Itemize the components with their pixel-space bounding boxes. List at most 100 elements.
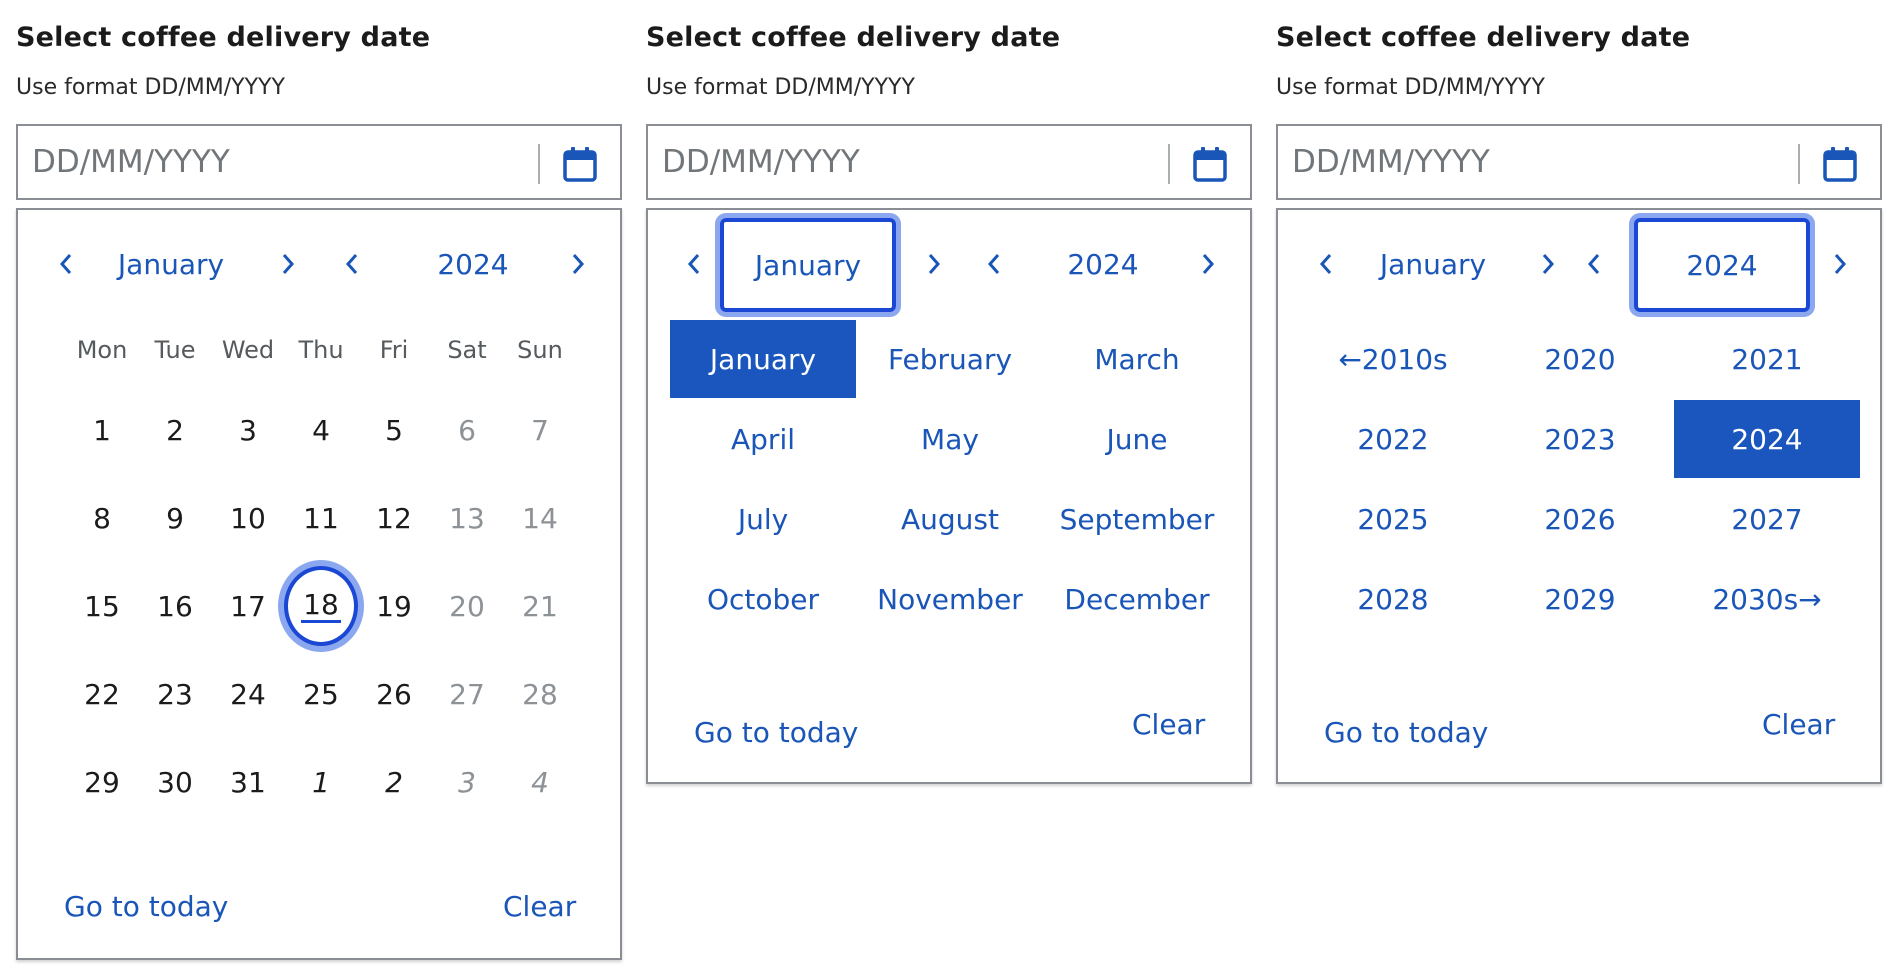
month-option[interactable]: September — [1044, 480, 1230, 558]
day-cell[interactable]: 3 — [211, 395, 285, 465]
day-cell[interactable]: 28 — [503, 659, 577, 729]
go-to-today-button[interactable]: Go to today — [1324, 716, 1488, 749]
month-option[interactable]: May — [857, 400, 1043, 478]
day-cell[interactable]: 15 — [65, 571, 139, 641]
next-month-button[interactable] — [268, 244, 308, 284]
month-selector-button[interactable]: January — [720, 218, 896, 312]
chevron-left-icon — [987, 254, 1000, 274]
month-option[interactable]: December — [1044, 560, 1230, 638]
calendar-toggle-button[interactable] — [1190, 144, 1230, 184]
calendar-toggle-button[interactable] — [1820, 144, 1860, 184]
input-divider — [538, 144, 540, 184]
day-cell[interactable]: 21 — [503, 571, 577, 641]
day-cell[interactable]: 29 — [65, 747, 139, 817]
month-option[interactable]: March — [1044, 320, 1230, 398]
go-to-today-button[interactable]: Go to today — [694, 716, 858, 749]
day-cell-next-month[interactable]: 1 — [284, 747, 358, 817]
next-year-button[interactable] — [1188, 244, 1228, 284]
month-option[interactable]: October — [670, 560, 856, 638]
month-option[interactable]: July — [670, 480, 856, 558]
year-option[interactable]: 2028 — [1300, 560, 1486, 638]
clear-button[interactable]: Clear — [1132, 708, 1205, 741]
month-option[interactable]: April — [670, 400, 856, 478]
year-selector-button[interactable]: 2024 — [398, 236, 548, 292]
year-option[interactable]: 2022 — [1300, 400, 1486, 478]
year-option[interactable]: 2020 — [1487, 320, 1673, 398]
day-cell[interactable]: 24 — [211, 659, 285, 729]
next-month-button[interactable] — [1528, 244, 1568, 284]
day-cell[interactable]: 27 — [430, 659, 504, 729]
previous-year-button[interactable] — [332, 244, 372, 284]
day-cell[interactable]: 10 — [211, 483, 285, 553]
day-cell[interactable]: 8 — [65, 483, 139, 553]
month-option[interactable]: February — [857, 320, 1043, 398]
year-option[interactable]: 2025 — [1300, 480, 1486, 558]
month-option[interactable]: June — [1044, 400, 1230, 478]
month-selector-button[interactable]: January — [1358, 236, 1508, 292]
go-to-today-button[interactable]: Go to today — [64, 890, 228, 923]
day-cell[interactable]: 13 — [430, 483, 504, 553]
day-cell-today[interactable]: 18 — [284, 566, 358, 646]
day-cell-next-month[interactable]: 4 — [503, 747, 577, 817]
clear-button[interactable]: Clear — [1762, 708, 1835, 741]
day-cell[interactable]: 30 — [138, 747, 212, 817]
previous-month-button[interactable] — [1306, 244, 1346, 284]
day-cell[interactable]: 14 — [503, 483, 577, 553]
day-cell[interactable]: 22 — [65, 659, 139, 729]
next-year-button[interactable] — [558, 244, 598, 284]
day-cell[interactable]: 7 — [503, 395, 577, 465]
year-option[interactable]: 2021 — [1674, 320, 1860, 398]
day-cell[interactable]: 23 — [138, 659, 212, 729]
day-cell[interactable]: 31 — [211, 747, 285, 817]
month-option[interactable]: November — [857, 560, 1043, 638]
year-option[interactable]: 2026 — [1487, 480, 1673, 558]
day-cell[interactable]: 17 — [211, 571, 285, 641]
day-cell[interactable]: 11 — [284, 483, 358, 553]
year-option[interactable]: 2027 — [1674, 480, 1860, 558]
day-cell[interactable]: 16 — [138, 571, 212, 641]
day-cell-next-month[interactable]: 3 — [430, 747, 504, 817]
weekday-header: Fri — [379, 336, 409, 364]
calendar-header: January 2024 — [648, 210, 1250, 320]
year-selector-button[interactable]: 2024 — [1028, 236, 1178, 292]
previous-decade-button[interactable]: ← 2010s — [1300, 320, 1486, 398]
previous-year-button[interactable] — [1574, 244, 1614, 284]
field-label: Select coffee delivery date — [646, 22, 1061, 53]
day-cell[interactable]: 4 — [284, 395, 358, 465]
previous-month-button[interactable] — [46, 244, 86, 284]
date-input[interactable] — [1278, 126, 1798, 198]
year-selector-button[interactable]: 2024 — [1634, 218, 1810, 312]
day-cell[interactable]: 6 — [430, 395, 504, 465]
chevron-left-icon — [59, 254, 72, 274]
next-decade-button[interactable]: 2030s → — [1674, 560, 1860, 638]
field-label: Select coffee delivery date — [16, 22, 431, 53]
month-option[interactable]: August — [857, 480, 1043, 558]
day-cell[interactable]: 19 — [357, 571, 431, 641]
chevron-right-icon — [282, 254, 295, 274]
day-cell[interactable]: 1 — [65, 395, 139, 465]
day-cell[interactable]: 2 — [138, 395, 212, 465]
next-year-button[interactable] — [1820, 244, 1860, 284]
next-month-button[interactable] — [914, 244, 954, 284]
year-option-selected[interactable]: 2024 — [1674, 400, 1860, 478]
date-input[interactable] — [18, 126, 538, 198]
month-selector-button[interactable]: January — [96, 236, 246, 292]
calendar-toggle-button[interactable] — [560, 144, 600, 184]
input-divider — [1168, 144, 1170, 184]
day-cell[interactable]: 20 — [430, 571, 504, 641]
day-cell[interactable]: 5 — [357, 395, 431, 465]
date-input[interactable] — [648, 126, 1168, 198]
year-option[interactable]: 2029 — [1487, 560, 1673, 638]
day-cell[interactable]: 25 — [284, 659, 358, 729]
month-option-selected[interactable]: January — [670, 320, 856, 398]
calendar-popup: January 2024 Mon Tue Wed Thu Fri Sat Sun… — [16, 208, 622, 960]
day-cell[interactable]: 9 — [138, 483, 212, 553]
day-cell-next-month[interactable]: 2 — [357, 747, 431, 817]
previous-month-button[interactable] — [674, 244, 714, 284]
day-cell[interactable]: 26 — [357, 659, 431, 729]
previous-year-button[interactable] — [974, 244, 1014, 284]
arrow-right-icon: → — [1798, 582, 1822, 616]
clear-button[interactable]: Clear — [503, 890, 576, 923]
day-cell[interactable]: 12 — [357, 483, 431, 553]
year-option[interactable]: 2023 — [1487, 400, 1673, 478]
